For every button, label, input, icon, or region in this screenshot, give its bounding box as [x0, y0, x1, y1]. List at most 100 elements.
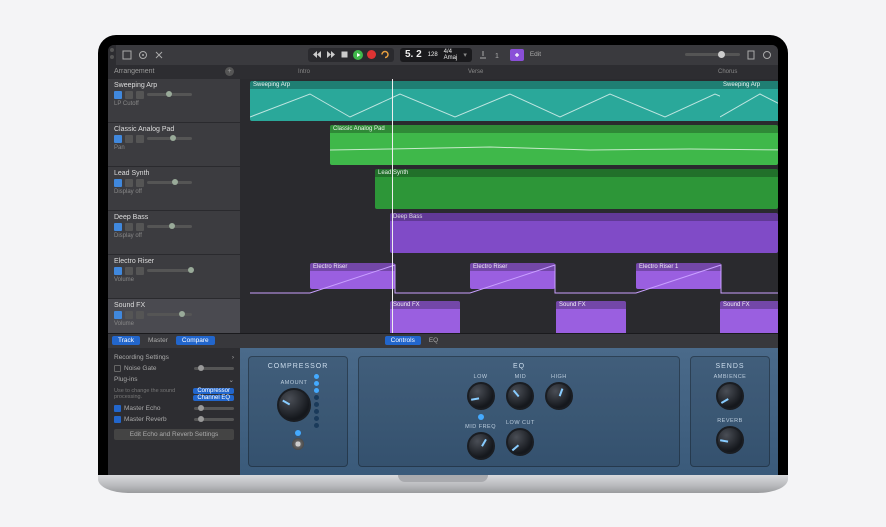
lock-icon[interactable]: [136, 179, 144, 187]
mute-button[interactable]: [114, 311, 122, 319]
region[interactable]: Sweeping Arp: [720, 81, 778, 121]
tab-compare[interactable]: Compare: [176, 336, 215, 345]
marker-intro[interactable]: Intro: [298, 69, 310, 75]
loop-browser-icon[interactable]: [762, 50, 772, 60]
lock-icon[interactable]: [136, 91, 144, 99]
count-in-icon[interactable]: 1: [494, 50, 504, 60]
lock-icon[interactable]: [136, 135, 144, 143]
arrangement-area[interactable]: Sweeping Arp Sweeping Arp Classic Analog…: [240, 79, 778, 333]
master-volume-slider[interactable]: [685, 53, 740, 56]
region[interactable]: Sound FX: [556, 301, 626, 333]
track-name: Classic Analog Pad: [114, 126, 234, 133]
library-icon[interactable]: [110, 48, 114, 52]
region[interactable]: Deep Bass: [390, 213, 778, 253]
tab-controls[interactable]: Controls: [385, 336, 421, 345]
master-reverb-slider[interactable]: [194, 418, 234, 421]
noise-gate-checkbox[interactable]: [114, 365, 121, 372]
region[interactable]: Sound FX: [720, 301, 778, 333]
track-lane[interactable]: Sound FX Sound FX Sound FX: [240, 299, 778, 333]
mute-button[interactable]: [114, 135, 122, 143]
track-volume-slider[interactable]: [147, 313, 192, 316]
tuner-icon[interactable]: [478, 50, 488, 60]
ambience-knob[interactable]: [716, 382, 744, 410]
forward-button[interactable]: [326, 50, 336, 59]
track-header[interactable]: Sweeping Arp LP Cutoff: [108, 79, 240, 123]
view-icon[interactable]: [122, 50, 132, 60]
master-echo-checkbox[interactable]: [114, 405, 121, 412]
library-button-strip: [108, 45, 116, 65]
plugin-channel-eq[interactable]: Channel EQ: [193, 395, 234, 401]
mute-button[interactable]: [114, 179, 122, 187]
cycle-button[interactable]: [380, 50, 390, 59]
rewind-button[interactable]: [312, 50, 322, 59]
track-header[interactable]: Electro Riser Volume: [108, 255, 240, 299]
track-header[interactable]: Classic Analog Pad Pan: [108, 123, 240, 167]
mid-knob[interactable]: [506, 382, 534, 410]
low-knob[interactable]: [467, 382, 495, 410]
track-header[interactable]: Lead Synth Display off: [108, 167, 240, 211]
plugins-row[interactable]: Plug-ins ⌄: [114, 374, 234, 386]
region[interactable]: Sound FX: [390, 301, 460, 333]
lock-icon[interactable]: [136, 223, 144, 231]
marker-verse[interactable]: Verse: [468, 69, 483, 75]
track-volume-slider[interactable]: [147, 181, 192, 184]
solo-button[interactable]: [125, 311, 133, 319]
solo-button[interactable]: [125, 223, 133, 231]
solo-button[interactable]: [125, 91, 133, 99]
track-volume-slider[interactable]: [147, 93, 192, 96]
notepad-icon[interactable]: [746, 50, 756, 60]
settings-icon[interactable]: [138, 50, 148, 60]
recording-settings-row[interactable]: Recording Settings ›: [114, 352, 234, 363]
reverb-knob[interactable]: [716, 426, 744, 454]
region[interactable]: Classic Analog Pad: [330, 125, 778, 165]
marker-chorus[interactable]: Chorus: [718, 69, 737, 75]
solo-button[interactable]: [125, 179, 133, 187]
playhead[interactable]: [392, 79, 393, 333]
play-button[interactable]: [353, 50, 363, 60]
mute-button[interactable]: [114, 267, 122, 275]
track-lane[interactable]: Deep Bass: [240, 211, 778, 255]
master-track-button[interactable]: [510, 49, 524, 61]
track-automation-label: Pan: [114, 145, 234, 151]
region[interactable]: Lead Synth: [375, 169, 778, 209]
track-lane[interactable]: Electro Riser Electro Riser Electro Rise…: [240, 255, 778, 299]
high-knob[interactable]: [545, 382, 573, 410]
noise-gate-slider[interactable]: [194, 367, 234, 370]
quickhelp-icon[interactable]: [110, 55, 114, 59]
track-lane[interactable]: Sweeping Arp Sweeping Arp: [240, 79, 778, 123]
solo-button[interactable]: [125, 267, 133, 275]
stop-button[interactable]: [340, 50, 349, 59]
master-reverb-checkbox[interactable]: [114, 416, 121, 423]
region[interactable]: Sweeping Arp: [250, 81, 778, 121]
track-lane[interactable]: Classic Analog Pad: [240, 123, 778, 167]
track-header[interactable]: Sound FX Volume: [108, 299, 240, 333]
tab-track[interactable]: Track: [112, 336, 140, 345]
edit-echo-reverb-button[interactable]: Edit Echo and Reverb Settings: [114, 429, 234, 440]
region-label: Sweeping Arp: [250, 81, 778, 89]
record-button[interactable]: [367, 50, 376, 59]
chevron-down-icon[interactable]: ▾: [463, 51, 467, 59]
master-echo-slider[interactable]: [194, 407, 234, 410]
scissors-icon[interactable]: [154, 50, 164, 60]
edit-label[interactable]: Edit: [530, 51, 541, 58]
midfreq-knob[interactable]: [467, 432, 495, 460]
plugin-compressor[interactable]: Compressor: [193, 388, 234, 394]
track-volume-slider[interactable]: [147, 225, 192, 228]
knob-label: LOW: [474, 374, 488, 380]
add-marker-icon[interactable]: +: [225, 67, 234, 76]
tab-eq[interactable]: EQ: [423, 336, 444, 345]
amount-knob[interactable]: [277, 388, 311, 422]
tab-master[interactable]: Master: [142, 336, 174, 345]
lowcut-knob[interactable]: [506, 428, 534, 456]
track-volume-slider[interactable]: [147, 269, 192, 272]
mute-button[interactable]: [114, 91, 122, 99]
track-volume-slider[interactable]: [147, 137, 192, 140]
timeline-ruler[interactable]: Intro Verse Chorus: [240, 65, 778, 79]
solo-button[interactable]: [125, 135, 133, 143]
lcd-display[interactable]: 5. 2 128 4/4 Amaj ▾: [400, 48, 472, 62]
lock-icon[interactable]: [136, 311, 144, 319]
mute-button[interactable]: [114, 223, 122, 231]
track-header[interactable]: Deep Bass Display off: [108, 211, 240, 255]
track-lane[interactable]: Lead Synth: [240, 167, 778, 211]
lock-icon[interactable]: [136, 267, 144, 275]
